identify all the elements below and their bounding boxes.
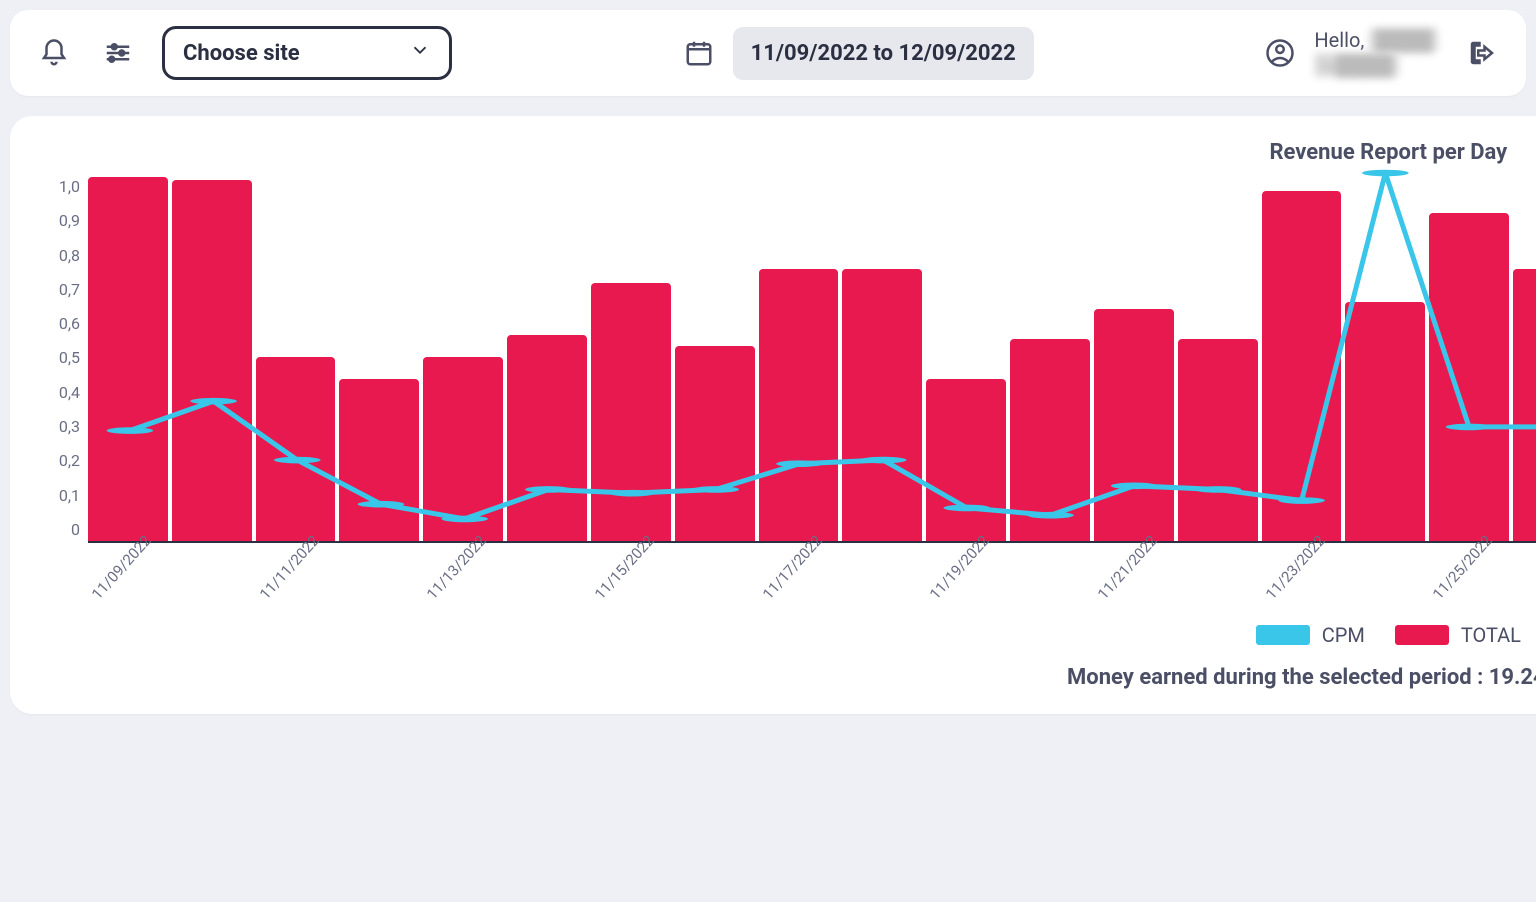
greeting-prefix: Hello, — [1314, 28, 1369, 52]
user-circle-icon — [1260, 33, 1300, 73]
calendar-icon[interactable] — [679, 33, 719, 73]
x-axis: 11/09/202211/10/202211/11/202211/12/2022… — [88, 543, 1536, 623]
chart-title: Revenue Report per Day — [38, 140, 1536, 165]
greeting-name-masked: ████ — [1369, 28, 1438, 52]
sliders-icon[interactable] — [98, 33, 138, 73]
legend-total[interactable]: TOTAL — [1395, 623, 1521, 647]
earned-caption: Money earned during the selected period … — [38, 665, 1536, 690]
logout-icon[interactable] — [1462, 33, 1502, 73]
date-range-input[interactable]: 11/09/2022 to 12/09/2022 — [733, 27, 1034, 80]
revenue-chart-card: Revenue Report per Day 1,00,90,80,70,60,… — [10, 116, 1536, 714]
date-range-group: 11/09/2022 to 12/09/2022 — [679, 27, 1034, 80]
user-greeting: Hello, ████ la████ — [1260, 28, 1438, 78]
chevron-down-icon — [409, 39, 431, 67]
site-select-label: Choose site — [183, 41, 300, 66]
greeting-line2-masked: la████ — [1314, 53, 1398, 77]
y-axis-left: 1,00,90,80,70,60,50,40,30,20,10 — [38, 173, 88, 543]
bell-icon[interactable] — [34, 33, 74, 73]
topbar: Choose site 11/09/2022 to 12/09/2022 Hel… — [10, 10, 1526, 96]
chart-plot-area[interactable]: 12/09/2022 CPM: 1,23 TOTAL: 0,42 — [88, 173, 1536, 543]
site-select[interactable]: Choose site — [162, 26, 452, 80]
